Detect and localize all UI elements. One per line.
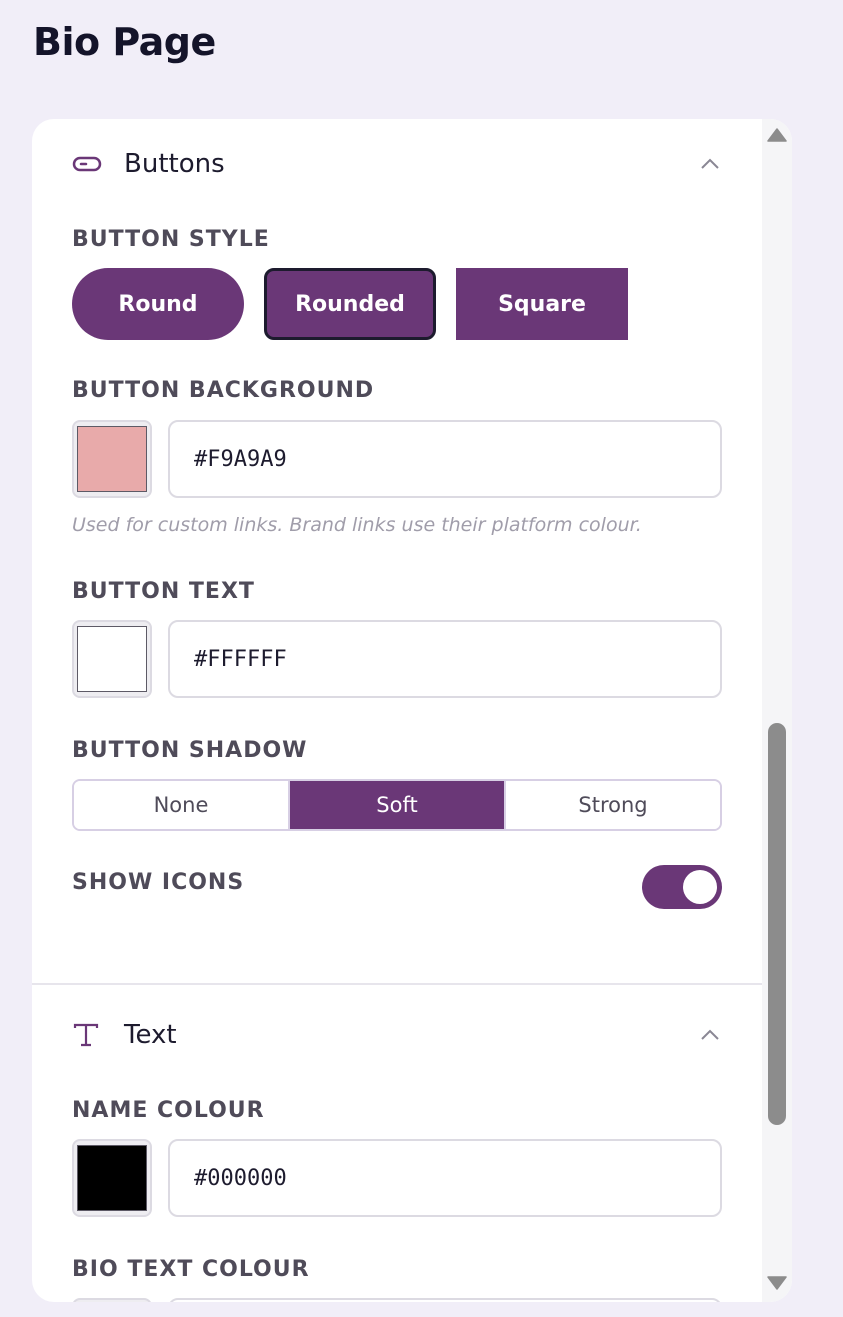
shadow-soft-option[interactable]: Soft <box>288 781 504 829</box>
name-colour-label: NAME COLOUR <box>72 1098 265 1123</box>
button-text-swatch[interactable] <box>72 620 152 698</box>
page-title: Bio Page <box>33 20 216 64</box>
text-section-title: Text <box>124 1020 177 1050</box>
bio-text-colour-input[interactable] <box>168 1298 722 1302</box>
button-background-swatch[interactable] <box>72 420 152 498</box>
name-colour-input[interactable]: #000000 <box>168 1139 722 1217</box>
button-text-swatch-fill <box>77 626 147 692</box>
scrollbar-thumb[interactable] <box>768 723 786 1125</box>
name-colour-swatch[interactable] <box>72 1139 152 1217</box>
button-style-label: BUTTON STYLE <box>72 227 270 252</box>
toggle-knob <box>683 870 717 904</box>
text-type-icon <box>72 1019 104 1051</box>
button-shadow-selector: None Soft Strong <box>72 779 722 831</box>
buttons-section-title: Buttons <box>124 149 225 179</box>
vertical-scrollbar[interactable] <box>762 119 792 1302</box>
button-background-label: BUTTON BACKGROUND <box>72 378 375 403</box>
settings-panel: Buttons BUTTON STYLE Round Rounded Squar… <box>32 119 792 1302</box>
button-text-input[interactable]: #FFFFFF <box>168 620 722 698</box>
scroll-down-arrow-icon[interactable] <box>767 1275 787 1294</box>
section-divider <box>32 983 762 985</box>
bio-text-colour-swatch[interactable] <box>72 1298 152 1302</box>
chevron-up-icon[interactable] <box>698 152 722 176</box>
button-background-hint: Used for custom links. Brand links use t… <box>72 514 642 536</box>
button-shadow-label: BUTTON SHADOW <box>72 738 308 763</box>
style-round-button[interactable]: Round <box>72 268 244 340</box>
chevron-up-icon[interactable] <box>698 1023 722 1047</box>
shadow-none-option[interactable]: None <box>74 781 288 829</box>
style-square-button[interactable]: Square <box>456 268 628 340</box>
buttons-section-header[interactable]: Buttons <box>72 139 722 189</box>
show-icons-label: SHOW ICONS <box>72 870 245 895</box>
pill-button-icon <box>72 148 104 180</box>
show-icons-toggle[interactable] <box>642 865 722 909</box>
name-colour-swatch-fill <box>77 1145 147 1211</box>
scroll-up-arrow-icon[interactable] <box>767 127 787 146</box>
button-background-swatch-fill <box>77 426 147 492</box>
style-rounded-button[interactable]: Rounded <box>264 268 436 340</box>
bio-text-colour-label: BIO TEXT COLOUR <box>72 1257 310 1282</box>
text-section-header[interactable]: Text <box>72 1010 722 1060</box>
settings-scroll-area: Buttons BUTTON STYLE Round Rounded Squar… <box>32 119 762 1302</box>
shadow-strong-option[interactable]: Strong <box>504 781 720 829</box>
button-background-input[interactable]: #F9A9A9 <box>168 420 722 498</box>
button-text-label: BUTTON TEXT <box>72 579 255 604</box>
